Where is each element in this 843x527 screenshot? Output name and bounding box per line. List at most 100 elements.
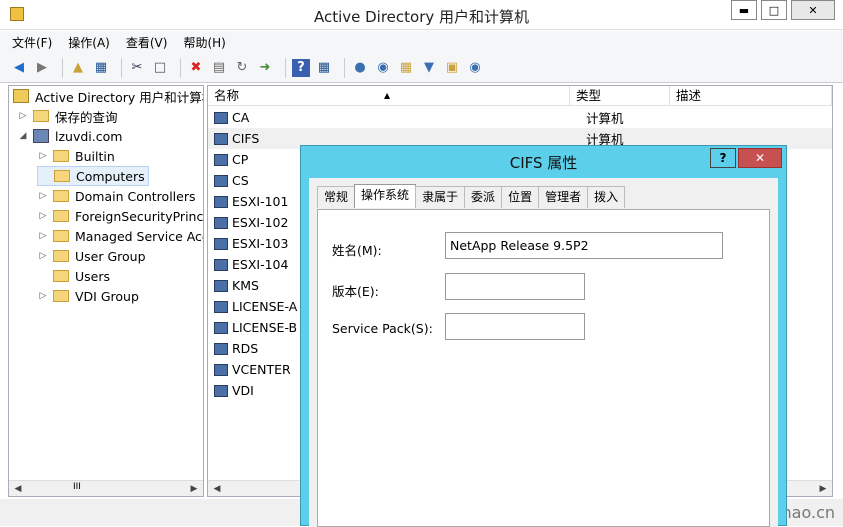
tree-item-vdi-group[interactable]: ▷ VDI Group — [37, 286, 139, 306]
expand-icon[interactable]: ▷ — [37, 211, 49, 221]
scroll-thumb-grip[interactable]: III — [73, 482, 81, 492]
group-icon[interactable]: ◉ — [374, 59, 392, 77]
computer-icon — [214, 153, 228, 166]
copy-icon[interactable]: □ — [151, 59, 169, 77]
folder-icon — [53, 210, 69, 222]
toolbar-separator — [344, 57, 345, 78]
tab-dial-in[interactable]: 拨入 — [587, 186, 626, 208]
tree-item-builtin[interactable]: ▷ Builtin — [37, 146, 115, 166]
toolbar-separator — [285, 57, 286, 78]
folder-icon — [53, 230, 69, 242]
tree-item-label: Users — [75, 268, 111, 284]
tab-general[interactable]: 常规 — [317, 186, 356, 208]
scroll-right-icon[interactable]: ▶ — [816, 482, 830, 496]
close-button[interactable]: ✕ — [791, 0, 835, 20]
column-header-name[interactable]: 名称 ▲ — [208, 86, 570, 106]
folder-icon — [53, 250, 69, 262]
tree-pane[interactable]: Active Directory 用户和计算机 ▷ 保存的查询 ◢ lzuvdi… — [8, 85, 204, 497]
tab-delegation[interactable]: 委派 — [464, 186, 503, 208]
computer-icon — [214, 342, 228, 355]
expand-icon[interactable]: ▷ — [37, 251, 49, 261]
properties-icon[interactable]: ▤ — [210, 59, 228, 77]
list-item-name: CIFS — [232, 131, 260, 146]
expand-icon[interactable]: ▷ — [37, 191, 49, 201]
delete-icon[interactable]: ✖ — [187, 59, 205, 77]
tree-horizontal-scrollbar[interactable]: ◀ III ▶ — [9, 480, 203, 496]
expand-icon[interactable]: ▷ — [37, 151, 49, 161]
minimize-button[interactable]: ▬ — [731, 0, 757, 20]
computer-icon — [214, 384, 228, 397]
tree-item-domain[interactable]: ◢ lzuvdi.com — [17, 126, 123, 146]
os-version-label: 版本(E): — [332, 284, 379, 299]
tree-item-label: ForeignSecurityPrincipa — [75, 208, 204, 224]
tree-root-label: Active Directory 用户和计算机 — [35, 89, 204, 105]
column-header-type[interactable]: 类型 — [570, 86, 670, 106]
scroll-left-icon[interactable]: ◀ — [210, 482, 224, 496]
console-icon[interactable]: ▦ — [315, 59, 333, 77]
column-label: 描述 — [676, 88, 702, 103]
menu-help[interactable]: 帮助(H) — [183, 34, 225, 51]
sort-ascending-icon: ▲ — [384, 91, 391, 100]
tree-root[interactable]: Active Directory 用户和计算机 — [13, 86, 204, 106]
find-icon[interactable]: ▣ — [443, 59, 461, 77]
tree-item-foreign-security[interactable]: ▷ ForeignSecurityPrincipa — [37, 206, 204, 226]
back-icon[interactable]: ◀ — [10, 59, 28, 77]
os-name-field[interactable]: NetApp Release 9.5P2 — [445, 232, 723, 259]
tree-item-users[interactable]: Users — [37, 266, 110, 286]
expand-icon[interactable]: ▷ — [37, 231, 49, 241]
tree-item-label: Computers — [76, 168, 145, 184]
ou-icon[interactable]: ▦ — [397, 59, 415, 77]
details-icon[interactable]: ▦ — [92, 59, 110, 77]
menu-file[interactable]: 文件(F) — [12, 34, 52, 51]
tab-member-of[interactable]: 隶属于 — [415, 186, 466, 208]
tab-location[interactable]: 位置 — [501, 186, 540, 208]
add-group-icon[interactable]: ◉ — [466, 59, 484, 77]
toolbar-separator — [180, 57, 181, 78]
filter-icon[interactable]: ▼ — [420, 59, 438, 77]
folder-icon — [53, 190, 69, 202]
os-version-field[interactable] — [445, 273, 585, 300]
tab-managed-by[interactable]: 管理者 — [538, 186, 589, 208]
help-icon[interactable]: ? — [292, 58, 310, 77]
computer-icon — [214, 174, 228, 187]
computer-icon — [214, 363, 228, 376]
tree-item-user-group[interactable]: ▷ User Group — [37, 246, 146, 266]
dialog-close-button[interactable]: ✕ — [738, 148, 782, 168]
folder-icon — [53, 270, 69, 282]
menu-action[interactable]: 操作(A) — [68, 34, 110, 51]
window-title: Active Directory 用户和计算机 — [313, 8, 530, 26]
dialog-body: 常规 操作系统 隶属于 委派 位置 管理者 拨入 姓名(M): NetApp R… — [309, 178, 778, 527]
scroll-right-icon[interactable]: ▶ — [187, 482, 201, 496]
computer-icon — [214, 237, 228, 250]
list-item[interactable]: CA 计算机 — [208, 107, 832, 128]
collapse-icon[interactable]: ◢ — [17, 131, 29, 141]
tree-item-label: 保存的查询 — [55, 109, 118, 125]
title-bar: Active Directory 用户和计算机 ▬ □ ✕ — [0, 0, 843, 30]
tab-operating-system[interactable]: 操作系统 — [354, 184, 417, 208]
expand-icon[interactable]: ▷ — [17, 111, 29, 121]
computer-icon — [214, 216, 228, 229]
menu-view[interactable]: 查看(V) — [126, 34, 168, 51]
tree-item-managed-service[interactable]: ▷ Managed Service Acco — [37, 226, 203, 246]
tree-item-saved-queries[interactable]: ▷ 保存的查询 — [17, 106, 118, 126]
export-icon[interactable]: ➜ — [256, 59, 274, 77]
toolbar-separator — [121, 57, 122, 78]
refresh-icon[interactable]: ↻ — [233, 59, 251, 77]
menu-bar: 文件(F) 操作(A) 查看(V) 帮助(H) — [0, 31, 843, 53]
up-icon[interactable]: ▲ — [69, 59, 87, 77]
computer-icon — [214, 195, 228, 208]
dialog-help-button[interactable]: ? — [710, 148, 736, 168]
ad-root-icon — [13, 89, 29, 103]
tree-item-computers[interactable]: Computers — [37, 166, 149, 186]
user-icon[interactable]: ● — [351, 59, 369, 77]
cut-icon[interactable]: ✂ — [128, 59, 146, 77]
tree-item-label: Domain Controllers — [75, 188, 196, 204]
expand-icon[interactable]: ▷ — [37, 291, 49, 301]
tree-item-domain-controllers[interactable]: ▷ Domain Controllers — [37, 186, 196, 206]
service-pack-field[interactable] — [445, 313, 585, 340]
maximize-button[interactable]: □ — [761, 0, 787, 20]
os-tab-panel: 姓名(M): NetApp Release 9.5P2 版本(E): Servi… — [317, 209, 770, 527]
scroll-left-icon[interactable]: ◀ — [11, 482, 25, 496]
forward-icon[interactable]: ▶ — [33, 59, 51, 77]
column-header-description[interactable]: 描述 — [670, 86, 832, 106]
